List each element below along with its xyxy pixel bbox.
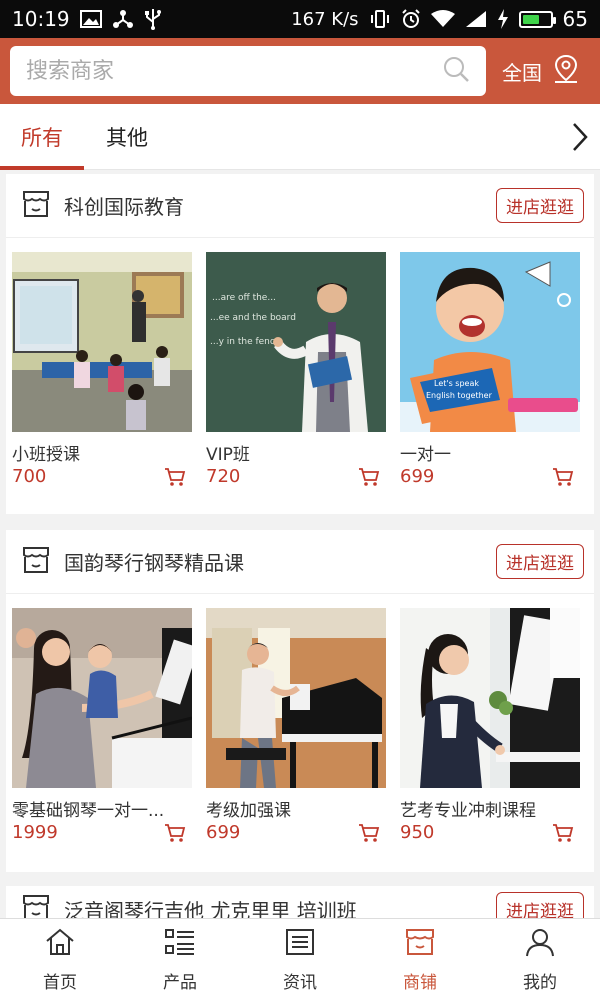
- book-text-line: English together: [426, 391, 493, 400]
- image-icon: [79, 10, 102, 28]
- store-name: 科创国际教育: [64, 195, 184, 219]
- store-icon: [20, 544, 52, 580]
- nav-home[interactable]: 首页: [0, 919, 120, 1000]
- product-card[interactable]: 零基础钢琴一对一... 1999: [12, 608, 192, 843]
- cart-icon[interactable]: [552, 467, 574, 487]
- net-speed: 167 K/s: [291, 8, 359, 30]
- store-header: 国韵琴行钢琴精品课 进店逛逛: [6, 530, 594, 594]
- product-image-girl-piano[interactable]: [400, 608, 580, 788]
- product-name: 艺考专业冲刺课程: [400, 801, 536, 818]
- nav-label: 首页: [43, 972, 77, 993]
- nav-label: 商铺: [403, 972, 437, 993]
- tab-all[interactable]: 所有: [0, 104, 84, 170]
- home-icon: [44, 927, 76, 962]
- wifi-icon: [430, 10, 455, 28]
- cart-icon[interactable]: [358, 823, 380, 843]
- board-text-line: ...y in the fence: [210, 337, 281, 347]
- product-row: 零基础钢琴一对一... 1999 考级加强课 699 艺考专业冲刺课程 950: [6, 594, 594, 843]
- cart-icon[interactable]: [164, 823, 186, 843]
- product-card[interactable]: Let's speak English together 一对一 699: [400, 252, 580, 487]
- region-label: 全国: [502, 60, 542, 85]
- product-card[interactable]: ...are off the... ...ee and the board ..…: [206, 252, 386, 487]
- battery-level-fill: [522, 14, 540, 24]
- product-name: 考级加强课: [206, 801, 291, 818]
- product-card[interactable]: 考级加强课 699: [206, 608, 386, 843]
- product-image-grand-piano[interactable]: [206, 608, 386, 788]
- board-text-line: ...ee and the board: [210, 313, 296, 323]
- nav-label: 资讯: [283, 972, 317, 993]
- cart-icon[interactable]: [358, 467, 380, 487]
- nav-news[interactable]: 资讯: [240, 919, 360, 1000]
- product-name: 一对一: [400, 445, 451, 462]
- tab-other[interactable]: 其他: [84, 104, 170, 170]
- product-price: 699: [400, 466, 435, 487]
- price-row: 700: [12, 466, 192, 487]
- search-input[interactable]: [26, 58, 406, 84]
- product-image-classroom[interactable]: [12, 252, 192, 432]
- product-price: 1999: [12, 822, 58, 843]
- alarm-icon: [401, 9, 421, 29]
- product-price: 950: [400, 822, 435, 843]
- category-tabs: 所有 其他: [0, 104, 600, 170]
- bottom-navigation: 首页 产品 资讯 商铺 我的: [0, 918, 600, 1000]
- news-icon: [284, 927, 316, 962]
- cart-icon[interactable]: [164, 467, 186, 487]
- product-price: 720: [206, 466, 241, 487]
- usb-icon: [144, 8, 162, 30]
- product-name: 小班授课: [12, 445, 80, 462]
- visit-store-button[interactable]: 进店逛逛: [496, 188, 584, 223]
- price-row: 1999: [12, 822, 192, 843]
- price-row: 720: [206, 466, 386, 487]
- location-pin-icon: [552, 54, 580, 89]
- search-icon[interactable]: [442, 55, 470, 87]
- nav-stores[interactable]: 商铺: [360, 919, 480, 1000]
- product-price: 700: [12, 466, 47, 487]
- visit-store-button[interactable]: 进店逛逛: [496, 544, 584, 579]
- charge-icon: [497, 9, 509, 29]
- store-name: 国韵琴行钢琴精品课: [64, 551, 244, 575]
- price-row: 950: [400, 822, 580, 843]
- price-row: 699: [206, 822, 386, 843]
- region-selector[interactable]: 全国: [502, 54, 580, 89]
- profile-icon: [524, 927, 556, 962]
- nav-label: 产品: [163, 972, 197, 993]
- status-time: 10:19: [12, 7, 70, 31]
- vibrate-icon: [369, 9, 391, 29]
- cart-icon[interactable]: [552, 823, 574, 843]
- product-card[interactable]: 小班授课 700: [12, 252, 192, 487]
- product-image-child-reading[interactable]: Let's speak English together: [400, 252, 580, 432]
- board-text-line: ...are off the...: [212, 293, 276, 303]
- status-bar-left: 10:19: [12, 7, 162, 31]
- product-name: VIP班: [206, 445, 250, 462]
- store-card: 国韵琴行钢琴精品课 进店逛逛 零基础钢琴一对一... 1999 考级加强课 69…: [6, 530, 594, 872]
- product-image-piano-lesson[interactable]: [12, 608, 192, 788]
- store-icon: [404, 927, 436, 962]
- product-row: 小班授课 700 ...are off the... ...ee and the…: [6, 238, 594, 487]
- list-icon: [164, 927, 196, 962]
- store-card: 科创国际教育 进店逛逛 小班授课 700 ...are off the... .…: [6, 174, 594, 514]
- store-icon: [20, 188, 52, 224]
- product-image-teacher[interactable]: ...are off the... ...ee and the board ..…: [206, 252, 386, 432]
- book-text-line: Let's speak: [434, 379, 479, 388]
- signal-icon: [465, 10, 487, 28]
- product-name: 零基础钢琴一对一...: [12, 801, 165, 818]
- battery-icon: [518, 10, 556, 28]
- product-price: 699: [206, 822, 241, 843]
- store-header: 科创国际教育 进店逛逛: [6, 174, 594, 238]
- product-card[interactable]: 艺考专业冲刺课程 950: [400, 608, 580, 843]
- nav-profile[interactable]: 我的: [480, 919, 600, 1000]
- search-bar[interactable]: [10, 46, 486, 96]
- battery-percent: 65: [562, 7, 588, 31]
- status-bar-right: 167 K/s 65: [291, 7, 588, 31]
- app-header: 全国: [0, 38, 600, 104]
- nav-label: 我的: [523, 972, 557, 993]
- price-row: 699: [400, 466, 580, 487]
- share-icon: [112, 9, 134, 29]
- status-bar: 10:19 167 K/s 65: [0, 0, 600, 38]
- chevron-right-icon[interactable]: [570, 121, 590, 157]
- nav-products[interactable]: 产品: [120, 919, 240, 1000]
